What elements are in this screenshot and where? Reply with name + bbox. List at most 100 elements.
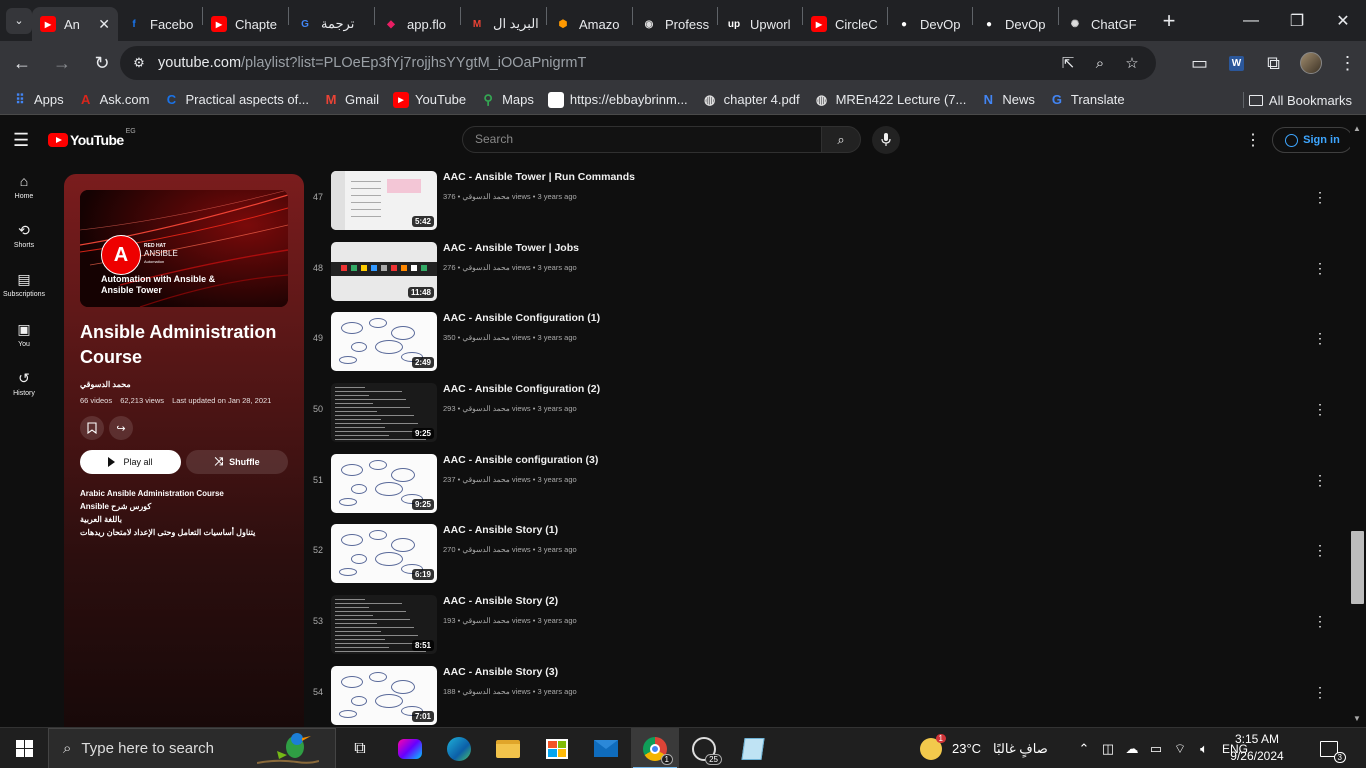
video-thumbnail[interactable]: 6:19 xyxy=(331,524,437,583)
playlist-video-row[interactable]: 54 7:01 AAC - Ansible Story (3) محمد الدسوق… xyxy=(304,658,1350,727)
video-channel[interactable]: محمد الدسوقي xyxy=(462,333,510,342)
youtube-logo[interactable]: YouTube EG xyxy=(48,128,136,148)
page-scrollbar[interactable]: ▲ ▼ xyxy=(1350,120,1366,727)
video-title[interactable]: AAC - Ansible Story (3) xyxy=(443,666,558,678)
video-channel[interactable]: محمد الدسوقي xyxy=(462,263,510,272)
bookmark-item[interactable]: ◍ chapter 4.pdf xyxy=(702,92,800,108)
onedrive-icon[interactable]: ☁ xyxy=(1120,741,1144,757)
url-text[interactable]: youtube.com/playlist?list=PLOeEp3fYj7roj… xyxy=(158,55,586,71)
voice-search-button[interactable] xyxy=(872,126,900,154)
video-thumbnail[interactable]: 9:25 xyxy=(331,454,437,513)
browser-tab[interactable]: ● DevOp xyxy=(973,7,1058,41)
guide-item-subscriptions[interactable]: ▤ Subscriptions xyxy=(0,270,48,316)
volume-icon[interactable]: 🔈︎ xyxy=(1192,741,1216,757)
video-thumbnail[interactable]: 11:48 xyxy=(331,242,437,301)
back-button[interactable]: ← xyxy=(4,45,40,81)
video-title[interactable]: AAC - Ansible configuration (3) xyxy=(443,454,598,466)
copilot-button[interactable] xyxy=(386,728,434,768)
video-thumbnail[interactable]: 5:42 xyxy=(331,171,437,230)
video-title[interactable]: AAC - Ansible Story (2) xyxy=(443,595,558,607)
video-title[interactable]: AAC - Ansible Tower | Jobs xyxy=(443,242,579,254)
mail-button[interactable] xyxy=(582,728,630,768)
file-explorer-button[interactable] xyxy=(484,728,532,768)
search-input[interactable]: Search xyxy=(462,126,822,153)
video-thumbnail[interactable]: 2:49 xyxy=(331,312,437,371)
bookmark-item[interactable]: ⚲ Maps xyxy=(480,92,534,108)
video-channel[interactable]: محمد الدسوقي xyxy=(462,192,510,201)
guide-item-home[interactable]: ⌂ Home xyxy=(0,172,48,218)
video-title[interactable]: AAC - Ansible Configuration (2) xyxy=(443,383,600,395)
cast-extension-icon[interactable]: ▭ xyxy=(1181,45,1218,81)
taskbar-clock[interactable]: 3:15 AM 9/26/2024 xyxy=(1222,731,1292,765)
bookmark-item[interactable]: A Ask.com xyxy=(78,92,150,108)
bookmark-item[interactable]: https://ebbaybrinm... xyxy=(547,91,688,108)
video-menu-icon[interactable]: ⋮ xyxy=(1312,540,1328,560)
guide-item-shorts[interactable]: ⟲ Shorts xyxy=(0,221,48,267)
video-title[interactable]: AAC - Ansible Tower | Run Commands xyxy=(443,171,635,183)
browser-tab[interactable]: G ترجمة xyxy=(289,7,374,41)
bookmark-item[interactable]: C Practical aspects of... xyxy=(163,92,309,108)
bookmark-star-icon[interactable]: ☆ xyxy=(1116,48,1148,78)
close-tab-icon[interactable]: ✕ xyxy=(98,16,110,33)
notification-center-button[interactable]: 3 xyxy=(1320,728,1346,768)
guide-menu-icon[interactable]: ☰ xyxy=(13,130,35,150)
playlist-video-row[interactable]: 48 11:48 AAC - Ansible Tower | Jobs محمد ال… xyxy=(304,234,1350,304)
browser-tab[interactable]: ● DevOp xyxy=(888,7,972,41)
video-thumbnail[interactable]: 8:51 xyxy=(331,595,437,654)
extensions-puzzle-icon[interactable]: ⧉ xyxy=(1255,45,1292,81)
share-button[interactable]: ↪ xyxy=(109,416,133,440)
browser-tab[interactable]: ▶ Chapte xyxy=(203,7,288,41)
video-channel[interactable]: محمد الدسوقي xyxy=(462,545,510,554)
video-menu-icon[interactable]: ⋮ xyxy=(1312,328,1328,348)
bookmark-item[interactable]: M Gmail xyxy=(323,92,379,108)
open-in-app-icon[interactable]: ⇱ xyxy=(1052,48,1084,78)
video-channel[interactable]: محمد الدسوقي xyxy=(462,404,510,413)
word-extension-icon[interactable]: W xyxy=(1218,45,1255,81)
guide-item-history[interactable]: ↺ History xyxy=(0,369,48,415)
profile-avatar[interactable] xyxy=(1292,45,1329,81)
weather-widget[interactable]: 1 23°C صافٍ غالبًا xyxy=(920,728,1048,768)
playlist-owner[interactable]: محمد الدسوقي xyxy=(80,380,131,389)
site-info-icon[interactable]: ⚙ xyxy=(124,48,154,78)
close-window-button[interactable]: ✕ xyxy=(1320,0,1366,41)
playlist-video-row[interactable]: 50 9:25 AAC - Ansible Configuration (2) محم… xyxy=(304,375,1350,445)
bookmark-item[interactable]: ▶ YouTube xyxy=(393,91,466,108)
sign-in-button[interactable]: Sign in xyxy=(1272,127,1353,153)
video-title[interactable]: AAC - Ansible Configuration (1) xyxy=(443,312,600,324)
browser-tab[interactable]: up Upworl xyxy=(718,7,802,41)
video-channel[interactable]: محمد الدسوقي xyxy=(462,616,510,625)
video-title[interactable]: AAC - Ansible Story (1) xyxy=(443,524,558,536)
scroll-down-arrow-icon[interactable]: ▼ xyxy=(1353,714,1361,723)
all-bookmarks[interactable]: All Bookmarks xyxy=(1248,85,1352,115)
browser-tab[interactable]: f Facebo xyxy=(118,7,202,41)
reload-button[interactable]: ↻ xyxy=(84,45,120,81)
minimize-button[interactable]: — xyxy=(1228,0,1274,41)
browser-tab[interactable]: ⬢ Amazo xyxy=(547,7,632,41)
playlist-video-row[interactable]: 52 6:19 AAC - Ansible Story (1) محمد الدسوق… xyxy=(304,516,1350,586)
video-menu-icon[interactable]: ⋮ xyxy=(1312,187,1328,207)
browser-tab[interactable]: ◆ app.flo xyxy=(375,7,460,41)
bookmark-item[interactable]: N News xyxy=(980,92,1035,108)
edge-button[interactable] xyxy=(435,728,483,768)
video-thumbnail[interactable]: 9:25 xyxy=(331,383,437,442)
video-menu-icon[interactable]: ⋮ xyxy=(1312,682,1328,702)
browser-tab[interactable]: ✺ ChatGF xyxy=(1059,7,1147,41)
search-button[interactable]: ⌕ xyxy=(821,126,861,153)
settings-menu-icon[interactable]: ⋮ xyxy=(1244,130,1262,150)
meet-now-icon[interactable]: ◫ xyxy=(1096,741,1120,757)
bookmark-item[interactable]: ◍ MREn422 Lecture (7... xyxy=(814,92,966,108)
browser-menu-icon[interactable]: ⋮ xyxy=(1329,45,1366,81)
whatsapp-button[interactable]: 25 xyxy=(680,728,728,768)
save-playlist-button[interactable] xyxy=(80,416,104,440)
microsoft-store-button[interactable] xyxy=(533,728,581,768)
scrollbar-thumb[interactable] xyxy=(1351,531,1364,604)
video-menu-icon[interactable]: ⋮ xyxy=(1312,611,1328,631)
show-hidden-icons-icon[interactable]: ⌃ xyxy=(1072,741,1096,757)
playlist-thumbnail[interactable]: A RED HAT ANSIBLE Automation Automation … xyxy=(80,190,288,307)
tab-search-button[interactable]: ⌄ xyxy=(6,7,32,34)
video-thumbnail[interactable]: 7:01 xyxy=(331,666,437,725)
playlist-video-row[interactable]: 49 2:49 AAC - Ansible Configuration (1) محم… xyxy=(304,304,1350,374)
video-menu-icon[interactable]: ⋮ xyxy=(1312,258,1328,278)
bookmark-item[interactable]: ⠿ Apps xyxy=(12,92,63,108)
scroll-up-arrow-icon[interactable]: ▲ xyxy=(1353,124,1361,133)
